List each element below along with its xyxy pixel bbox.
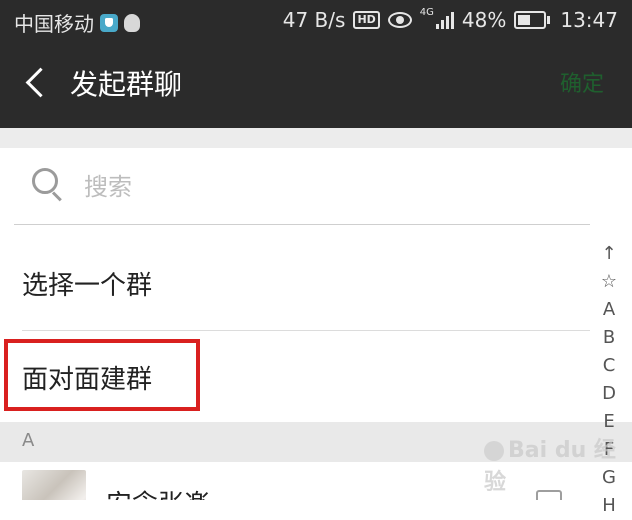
status-right: 47 B/s HD 4G 48% 13:47 — [282, 6, 618, 33]
index-d[interactable]: D — [602, 380, 616, 408]
title-bar: 发起群聊 确定 — [0, 42, 632, 128]
contact-name: 安念张楽 — [106, 484, 210, 500]
network-speed: 47 B/s — [282, 8, 346, 32]
status-bar: 中国移动 47 B/s HD 4G 48% 13:47 — [0, 0, 632, 42]
qq-icon — [124, 13, 140, 32]
avatar — [22, 470, 86, 500]
search-input[interactable] — [82, 166, 566, 208]
face-to-face-label: 面对面建群 — [22, 365, 153, 395]
section-letter: A — [22, 430, 35, 451]
clock: 13:47 — [560, 8, 618, 32]
battery-icon — [514, 11, 551, 29]
battery-percent: 48% — [461, 8, 507, 32]
index-b[interactable]: B — [603, 324, 615, 352]
page-title: 发起群聊 — [70, 68, 183, 101]
shield-icon — [100, 13, 118, 32]
index-h[interactable]: H — [602, 492, 616, 520]
hd-icon: HD — [353, 11, 380, 29]
search-bar — [14, 150, 590, 225]
face-to-face-group-option[interactable]: 面对面建群 — [0, 332, 590, 420]
index-g[interactable]: G — [602, 464, 616, 492]
confirm-button[interactable]: 确定 — [560, 70, 604, 100]
index-a[interactable]: A — [603, 296, 615, 324]
divider-strip — [0, 128, 632, 148]
search-icon — [32, 168, 62, 198]
index-c[interactable]: C — [603, 352, 616, 380]
section-header: A — [0, 422, 632, 462]
contact-checkbox[interactable] — [536, 490, 562, 500]
network-type: 4G — [419, 6, 434, 18]
back-arrow-icon[interactable] — [18, 66, 54, 102]
index-top[interactable]: ↑ — [601, 240, 616, 268]
index-e[interactable]: E — [603, 408, 614, 436]
eye-icon — [387, 12, 412, 28]
alphabet-index[interactable]: ↑ ☆ A B C D E F G H — [596, 240, 622, 520]
index-f[interactable]: F — [604, 436, 614, 464]
contact-row[interactable]: 安念张楽 — [0, 462, 600, 500]
carrier-label: 中国移动 — [14, 12, 94, 36]
signal-icon — [435, 11, 454, 29]
select-group-option[interactable]: 选择一个群 — [22, 226, 590, 331]
select-group-label: 选择一个群 — [22, 271, 153, 301]
status-left: 中国移动 — [14, 8, 140, 37]
index-star[interactable]: ☆ — [601, 268, 617, 296]
